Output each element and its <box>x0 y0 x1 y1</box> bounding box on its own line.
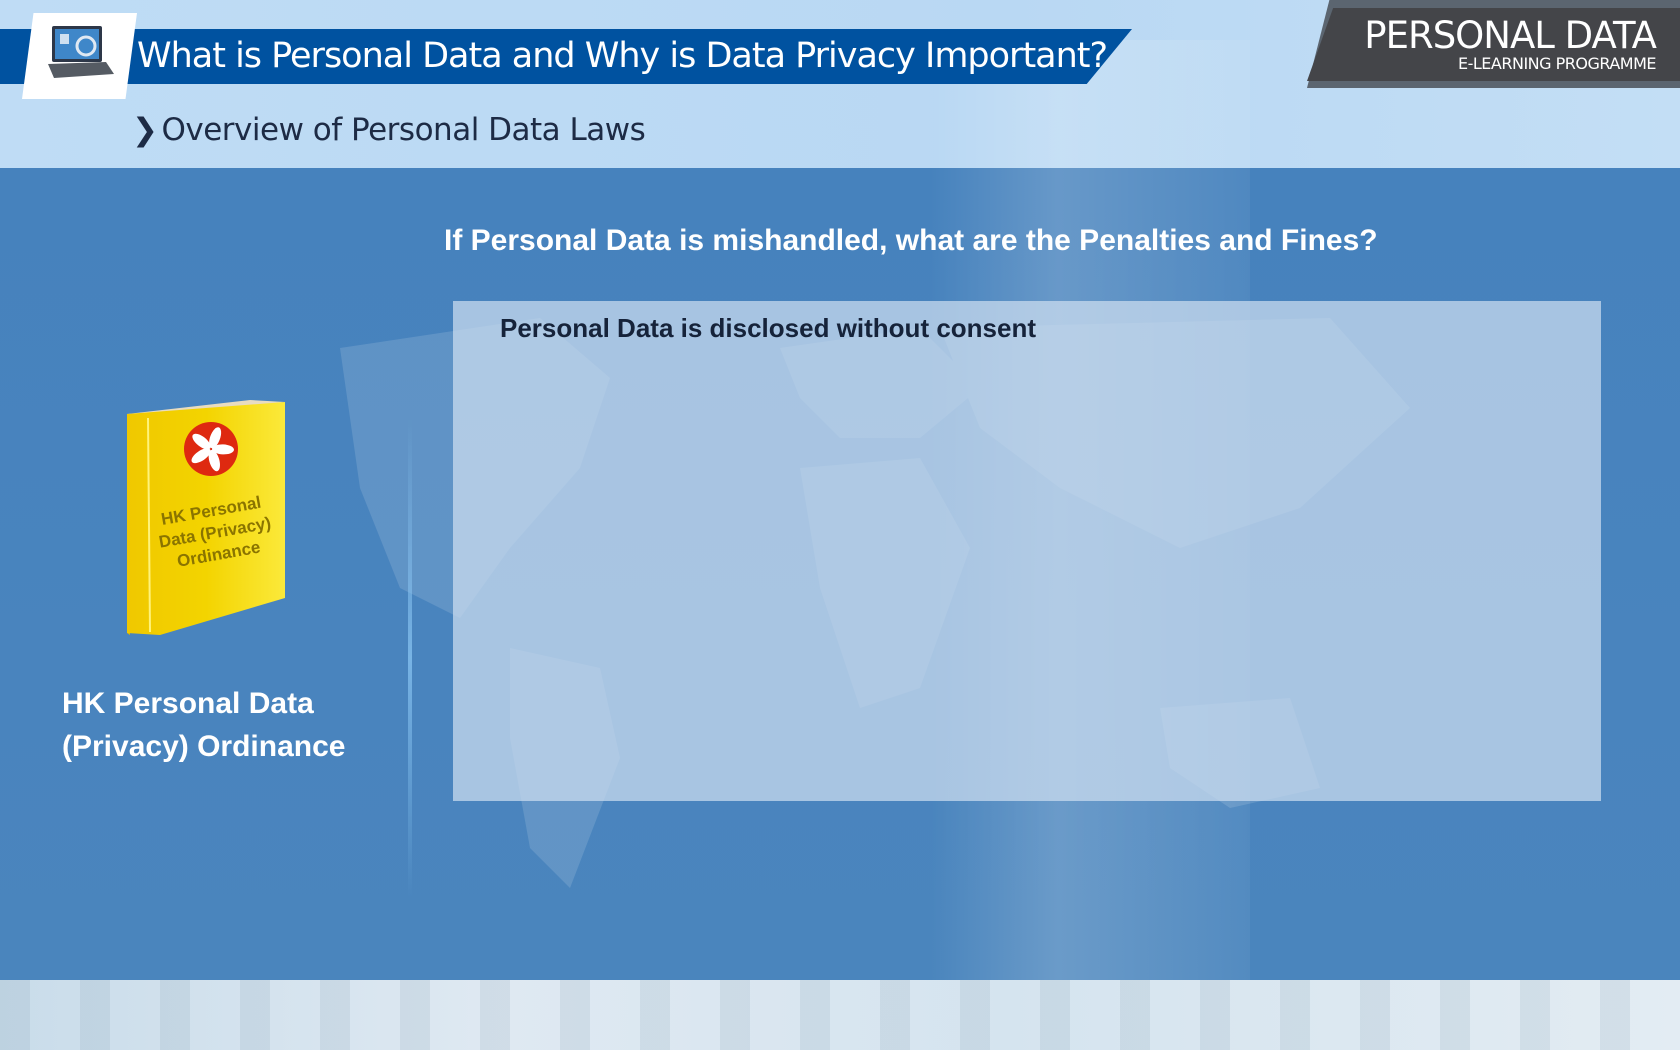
laptop-icon <box>48 26 114 78</box>
law-label-line2: (Privacy) Ordinance <box>62 730 346 763</box>
section-subtitle: ❯ Overview of Personal Data Laws <box>132 112 646 148</box>
divider <box>408 418 412 898</box>
page-title: What is Personal Data and Why is Data Pr… <box>137 36 1108 76</box>
info-panel: Personal Data is disclosed without conse… <box>453 301 1601 801</box>
ordinance-book-icon[interactable]: HK PersonalData (Privacy)Ordinance <box>120 398 295 643</box>
panel-heading: Personal Data is disclosed without conse… <box>500 313 1037 343</box>
brand-subtitle: E-LEARNING PROGRAMME <box>1458 54 1657 73</box>
law-label-line1: HK Personal Data <box>62 687 314 720</box>
brand-title: PERSONAL DATA <box>1364 14 1657 57</box>
question-heading: If Personal Data is mishandled, what are… <box>444 224 1378 257</box>
chevron-right-icon: ❯ <box>132 112 158 148</box>
subtitle-text: Overview of Personal Data Laws <box>161 112 646 148</box>
law-label: HK Personal Data (Privacy) Ordinance <box>62 682 345 768</box>
footer-image-strip <box>0 980 1680 1050</box>
brand-badge: PERSONAL DATA E-LEARNING PROGRAMME <box>1307 0 1680 88</box>
